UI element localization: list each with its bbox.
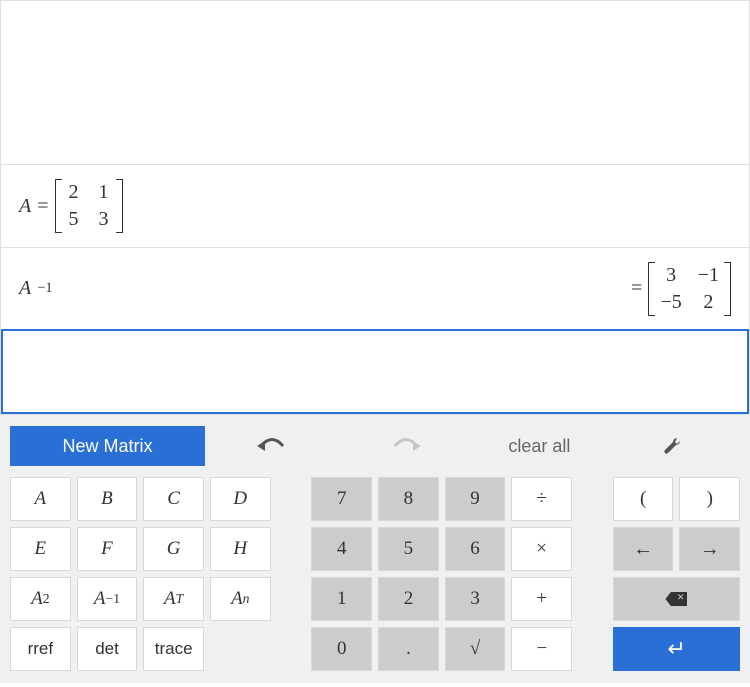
result-lhs: A −1 bbox=[19, 277, 53, 300]
matrix-definition-row[interactable]: A = 2 1 5 3 bbox=[1, 165, 749, 248]
key-G[interactable]: G bbox=[143, 527, 204, 571]
matrix-cell: 5 bbox=[67, 208, 81, 231]
key-cursor-left[interactable]: ← bbox=[613, 527, 674, 571]
key-9[interactable]: 9 bbox=[445, 477, 506, 521]
key-cursor-right[interactable]: → bbox=[679, 527, 740, 571]
redo-icon bbox=[389, 435, 423, 457]
keypad: New Matrix clear all A B C D 7 8 9 ÷ ( ) bbox=[0, 415, 750, 683]
key-det[interactable]: det bbox=[77, 627, 138, 671]
key-enter[interactable]: ↵ bbox=[613, 627, 740, 671]
equals-sign: = bbox=[631, 277, 642, 300]
key-A-inverse[interactable]: A−1 bbox=[77, 577, 138, 621]
key-0[interactable]: 0 bbox=[311, 627, 372, 671]
key-F[interactable]: F bbox=[77, 527, 138, 571]
matrix-cell: −5 bbox=[660, 291, 681, 314]
key-2[interactable]: 2 bbox=[378, 577, 439, 621]
matrix-cell: 3 bbox=[97, 208, 111, 231]
key-backspace[interactable] bbox=[613, 577, 740, 621]
display-area: A = 2 1 5 3 A −1 = 3 −1 −5 2 bbox=[0, 0, 750, 415]
spacer bbox=[277, 527, 306, 571]
key-A[interactable]: A bbox=[10, 477, 71, 521]
key-multiply[interactable]: × bbox=[511, 527, 572, 571]
history-empty-row bbox=[1, 1, 749, 165]
key-8[interactable]: 8 bbox=[378, 477, 439, 521]
matrix-cell: −1 bbox=[698, 264, 719, 287]
key-open-paren[interactable]: ( bbox=[613, 477, 674, 521]
key-rref[interactable]: rref bbox=[10, 627, 71, 671]
key-1[interactable]: 1 bbox=[311, 577, 372, 621]
key-grid: A B C D 7 8 9 ÷ ( ) E F G H 4 5 6 × ← → bbox=[10, 477, 740, 671]
key-H[interactable]: H bbox=[210, 527, 271, 571]
matrix-A-inverse: 3 −1 −5 2 bbox=[648, 260, 731, 318]
toolbar: New Matrix clear all bbox=[10, 421, 740, 471]
active-input-row[interactable] bbox=[1, 329, 749, 414]
matrix-cell: 2 bbox=[698, 291, 719, 314]
spacer bbox=[277, 477, 306, 521]
spacer bbox=[578, 477, 607, 521]
key-3[interactable]: 3 bbox=[445, 577, 506, 621]
key-4[interactable]: 4 bbox=[311, 527, 372, 571]
key-divide[interactable]: ÷ bbox=[511, 477, 572, 521]
undo-icon bbox=[255, 435, 289, 457]
matrix-cell: 1 bbox=[97, 181, 111, 204]
spacer bbox=[277, 577, 306, 621]
key-5[interactable]: 5 bbox=[378, 527, 439, 571]
key-E[interactable]: E bbox=[10, 527, 71, 571]
key-A-transpose[interactable]: AT bbox=[143, 577, 204, 621]
wrench-icon bbox=[663, 436, 683, 456]
clear-all-button[interactable]: clear all bbox=[473, 426, 607, 466]
key-D[interactable]: D bbox=[210, 477, 271, 521]
backspace-icon bbox=[665, 592, 687, 606]
var-A: A bbox=[19, 195, 31, 218]
matrix-A: 2 1 5 3 bbox=[55, 177, 123, 235]
key-minus[interactable]: − bbox=[511, 627, 572, 671]
key-6[interactable]: 6 bbox=[445, 527, 506, 571]
empty-slot bbox=[210, 627, 271, 671]
key-trace[interactable]: trace bbox=[143, 627, 204, 671]
result-rhs: = 3 −1 −5 2 bbox=[631, 260, 731, 318]
key-A-squared[interactable]: A2 bbox=[10, 577, 71, 621]
key-7[interactable]: 7 bbox=[311, 477, 372, 521]
settings-button[interactable] bbox=[606, 426, 740, 466]
equals-sign: = bbox=[37, 195, 48, 218]
key-sqrt[interactable]: √ bbox=[445, 627, 506, 671]
spacer bbox=[578, 577, 607, 621]
spacer bbox=[578, 527, 607, 571]
key-A-power-n[interactable]: An bbox=[210, 577, 271, 621]
matrix-cell: 2 bbox=[67, 181, 81, 204]
matrix-cell: 3 bbox=[660, 264, 681, 287]
key-close-paren[interactable]: ) bbox=[679, 477, 740, 521]
redo-button[interactable] bbox=[339, 426, 473, 466]
key-plus[interactable]: + bbox=[511, 577, 572, 621]
undo-button[interactable] bbox=[205, 426, 339, 466]
matrix-def-expr: A = 2 1 5 3 bbox=[19, 177, 123, 235]
var-A: A bbox=[19, 277, 31, 300]
key-B[interactable]: B bbox=[77, 477, 138, 521]
spacer bbox=[578, 627, 607, 671]
spacer bbox=[277, 627, 306, 671]
result-row[interactable]: A −1 = 3 −1 −5 2 bbox=[1, 248, 749, 330]
key-C[interactable]: C bbox=[143, 477, 204, 521]
new-matrix-button[interactable]: New Matrix bbox=[10, 426, 205, 466]
exponent: −1 bbox=[37, 280, 52, 297]
key-decimal[interactable]: . bbox=[378, 627, 439, 671]
